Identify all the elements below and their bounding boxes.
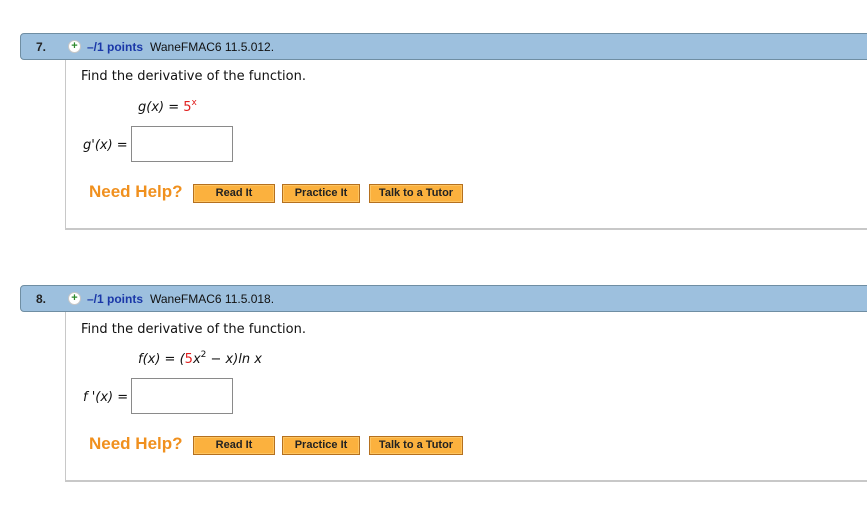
- question-body: Find the derivative of the function. g(x…: [65, 60, 867, 230]
- function-base: 5: [183, 100, 192, 115]
- question-prompt: Find the derivative of the function.: [81, 322, 306, 337]
- function-expression: f(x) = (5x2 − x)ln x: [138, 350, 262, 367]
- question-body: Find the derivative of the function. f(x…: [65, 312, 867, 482]
- read-it-button[interactable]: Read It: [193, 184, 275, 203]
- function-coefficient: 5: [184, 352, 193, 367]
- question-header: 8. + –/1 points WaneFMAC6 11.5.018.: [20, 285, 867, 312]
- points-label: –/1 points: [87, 40, 144, 54]
- expand-plus-icon[interactable]: +: [68, 292, 81, 305]
- need-help-label: Need Help?: [89, 434, 183, 453]
- question-reference: WaneFMAC6 11.5.018.: [150, 292, 275, 306]
- function-lhs: f(x) = (: [138, 352, 185, 367]
- answer-label-text: g'(x) =: [83, 138, 128, 153]
- answer-label-text: f '(x) =: [83, 390, 129, 405]
- function-rest: − x)ln x: [206, 352, 262, 367]
- function-lhs: g(x) =: [138, 100, 184, 115]
- practice-it-button[interactable]: Practice It: [282, 436, 360, 455]
- expand-plus-icon[interactable]: +: [68, 40, 81, 53]
- talk-to-tutor-button[interactable]: Talk to a Tutor: [369, 184, 463, 203]
- read-it-button[interactable]: Read It: [193, 436, 275, 455]
- question-prompt: Find the derivative of the function.: [81, 69, 306, 84]
- question-header: 7. + –/1 points WaneFMAC6 11.5.012.: [20, 33, 867, 60]
- question-number: 8.: [36, 292, 47, 306]
- function-variable: x: [192, 352, 201, 367]
- function-exponent: x: [191, 98, 197, 108]
- answer-input[interactable]: [131, 126, 233, 162]
- answer-label: f '(x) =: [83, 390, 128, 405]
- question-number: 7.: [36, 40, 47, 54]
- practice-it-button[interactable]: Practice It: [282, 184, 360, 203]
- answer-label: g'(x) =: [83, 138, 128, 153]
- need-help-label: Need Help?: [89, 182, 183, 201]
- talk-to-tutor-button[interactable]: Talk to a Tutor: [369, 436, 463, 455]
- points-label: –/1 points: [87, 292, 144, 306]
- answer-input[interactable]: [131, 378, 233, 414]
- function-expression: g(x) = 5x: [138, 98, 197, 115]
- question-reference: WaneFMAC6 11.5.012.: [150, 40, 275, 54]
